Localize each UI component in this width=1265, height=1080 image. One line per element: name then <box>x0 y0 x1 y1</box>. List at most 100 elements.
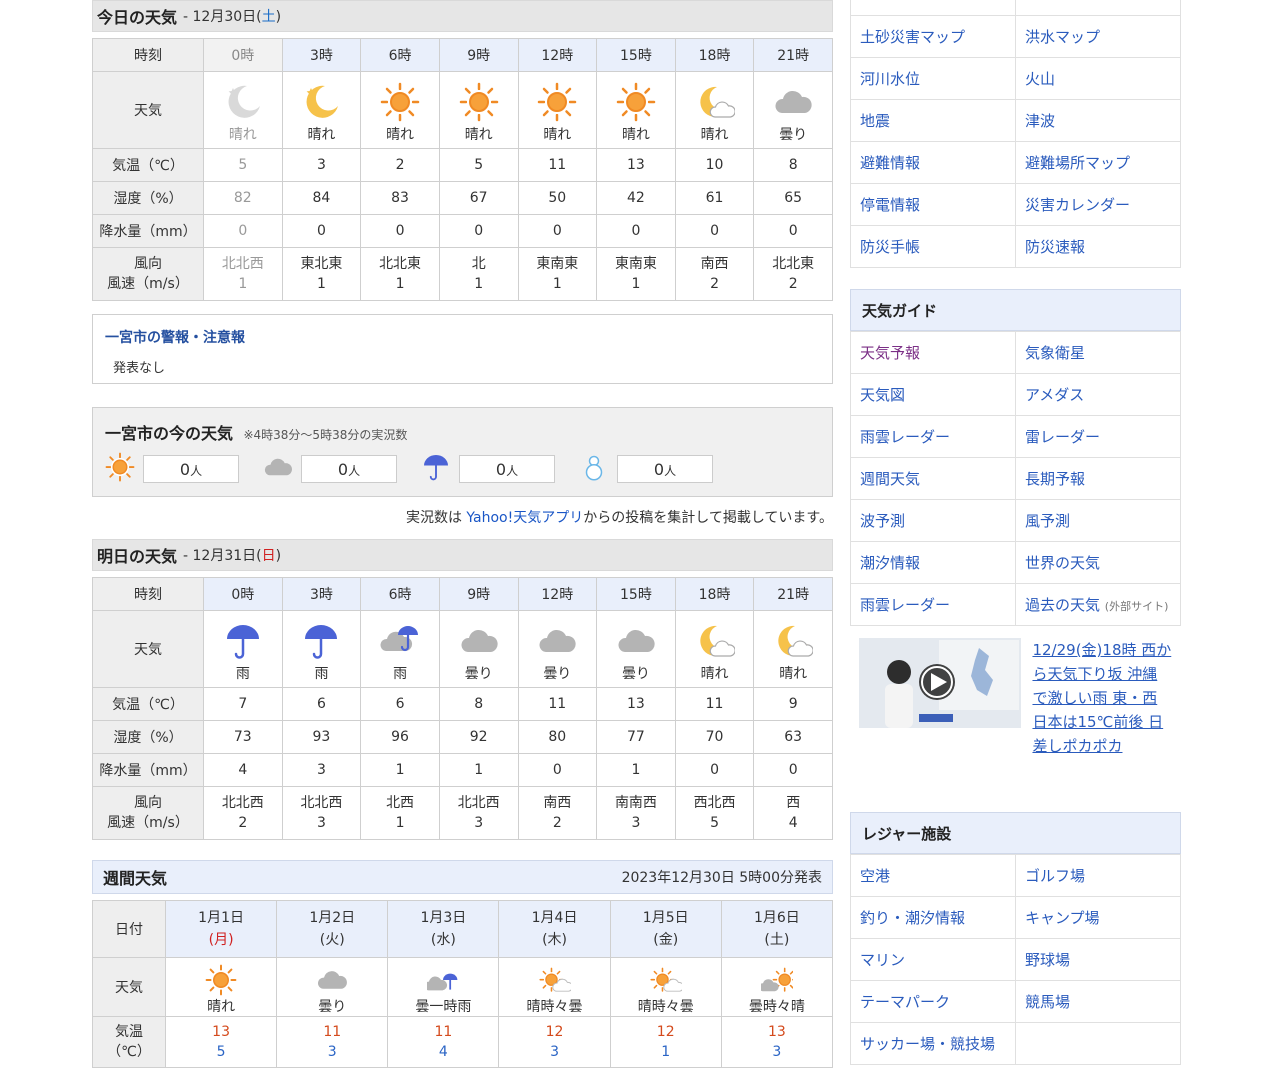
temp-cell: 6 <box>360 687 440 721</box>
sidebar-link[interactable]: 避難場所マップ <box>1015 141 1181 184</box>
precip-cell: 4 <box>203 753 283 787</box>
weather-label: 雨 <box>235 666 250 682</box>
weather-label: 晴れ <box>621 127 650 143</box>
weather-label: 晴れ <box>386 127 415 143</box>
sidebar-link[interactable]: アメダス <box>1015 373 1181 416</box>
humidity-cell: 42 <box>596 181 676 215</box>
day-header: 1月6日 (土) <box>720 900 834 958</box>
weather-label: 晴れ <box>207 999 236 1015</box>
precip-cell: 0 <box>674 753 755 787</box>
row-label-humidity: 湿度（%） <box>92 720 204 754</box>
video-thumbnail[interactable] <box>859 638 1022 728</box>
current-count-item: 0人 <box>105 452 239 486</box>
weekly-published: 2023年12月30日 5時00分発表 <box>621 870 822 886</box>
humidity-row: 湿度（%） 82 84 83 67 50 42 61 65 <box>92 181 833 215</box>
sun-icon <box>361 82 439 122</box>
precip-cell: 0 <box>674 214 755 248</box>
row-label-precip: 降水量（mm） <box>92 753 204 787</box>
day-header: 1月5日 (金) <box>609 900 722 958</box>
link-cell[interactable] <box>850 0 1016 16</box>
video-title[interactable]: 12/29(金)18時 西から天気下り坂 沖縄で激しい雨 東・西日本は15℃前後… <box>1032 638 1172 774</box>
tomorrow-forecast-table: 時刻 0時 3時 6時 9時 12時 15時 18時 21時 天気 雨 雨 雨 曇り 曇り 曇り 晴れ 晴れ… <box>92 577 833 840</box>
wind-cell: 南西 2 <box>674 247 755 301</box>
link-cell[interactable] <box>1015 0 1181 16</box>
sidebar-link[interactable]: 世界の天気 <box>1015 541 1181 584</box>
sidebar-link[interactable]: 洪水マップ <box>1015 15 1181 58</box>
sidebar-link[interactable]: 週間天気 <box>850 457 1016 500</box>
hour-header: 18時 <box>674 577 755 611</box>
sidebar-link[interactable]: 津波 <box>1015 99 1181 142</box>
sidebar-link[interactable]: 避難情報 <box>850 141 1016 184</box>
temp-cell: 11 <box>517 687 598 721</box>
weather-label: 曇り <box>779 127 808 143</box>
precip-cell: 3 <box>281 753 362 787</box>
sidebar-link[interactable]: 風予測 <box>1015 499 1181 542</box>
current-weather-counts: 0人 0人 0人 0人 <box>105 452 820 486</box>
precip-cell: 0 <box>438 214 519 248</box>
row-label-date: 日付 <box>92 900 166 958</box>
precip-cell: 1 <box>438 753 519 787</box>
weather-cell: 曇り <box>596 610 676 688</box>
warning-title[interactable]: 一宮市の警報・注意報 <box>105 327 820 347</box>
sidebar-link[interactable]: 天気図 <box>850 373 1016 416</box>
sidebar-link[interactable]: 気象衛星 <box>1015 331 1181 374</box>
sidebar-link[interactable]: 停電情報 <box>850 183 1016 226</box>
weekly-table: 日付 1月1日 (月) 1月2日 (火) 1月3日 (水) 1月4日 (木) 1月5日 (金) 1月… <box>92 900 834 1068</box>
hour-header: 0時 <box>203 577 283 611</box>
current-weather-footer: 実況数は Yahoo!天気アプリからの投稿を集計して掲載しています。 <box>405 510 833 526</box>
sun-cloud-icon <box>611 964 721 996</box>
sidebar-link[interactable]: 長期予報 <box>1015 457 1181 500</box>
sidebar-link[interactable]: キャンプ場 <box>1015 896 1181 939</box>
weather-row: 天気 晴れ 晴れ 晴れ 晴れ 晴れ 晴れ 晴れ 曇り <box>92 71 833 149</box>
external-site-note: (外部サイト) <box>1104 600 1169 613</box>
temp-row: 気温 （℃） 13 5 11 3 11 4 12 3 12 1 13 3 <box>92 1016 834 1068</box>
sidebar-link[interactable]: ゴルフ場 <box>1015 854 1181 897</box>
current-count: 0人 <box>301 455 397 483</box>
sidebar-link[interactable]: 天気予報 <box>850 331 1016 374</box>
weather-cell: 晴れ <box>674 610 755 688</box>
sidebar-link[interactable]: 波予測 <box>850 499 1016 542</box>
temp-high: 11 <box>434 1024 453 1040</box>
sidebar-link[interactable]: 空港 <box>850 854 1016 897</box>
sidebar-link[interactable]: 雨雲レーダー <box>850 415 1016 458</box>
today-forecast-table: 時刻 0時 3時 6時 9時 12時 15時 18時 21時 天気 晴れ 晴れ 晴れ 晴れ 晴れ 晴れ 晴… <box>92 38 833 301</box>
temp-cell: 13 <box>596 148 676 182</box>
temp-cell: 3 <box>281 148 362 182</box>
sidebar-link[interactable]: 災害カレンダー <box>1015 183 1181 226</box>
sidebar-link[interactable]: サッカー場・競技場 <box>850 1022 1016 1065</box>
wind-cell: 東南東 1 <box>517 247 598 301</box>
sidebar-link[interactable]: マリン <box>850 938 1016 981</box>
precip-row: 降水量（mm） 00000000 <box>92 214 833 248</box>
cloud-icon <box>597 621 675 661</box>
sidebar-link[interactable]: 競馬場 <box>1015 980 1181 1023</box>
sidebar-link[interactable]: 防災手帳 <box>850 225 1016 268</box>
yahoo-app-link[interactable]: Yahoo!天気アプリ <box>466 510 583 526</box>
cloud-icon <box>519 621 597 661</box>
snowman-icon <box>579 452 609 486</box>
current-count: 0人 <box>143 455 239 483</box>
humidity-cell: 65 <box>753 181 833 215</box>
sidebar-link[interactable]: 過去の天気 (外部サイト) <box>1015 583 1181 626</box>
video-item[interactable]: 12/29(金)18時 西から天気下り坂 沖縄で激しい雨 東・西日本は15℃前後… <box>850 626 1181 786</box>
temp-cell: 8 <box>753 148 833 182</box>
sidebar-link[interactable]: 潮汐情報 <box>850 541 1016 584</box>
weather-cell: 曇り <box>753 71 833 149</box>
sidebar-link[interactable]: 雨雲レーダー <box>850 583 1016 626</box>
sidebar-link[interactable]: 土砂災害マップ <box>850 15 1016 58</box>
sidebar-link[interactable]: 釣り・潮汐情報 <box>850 896 1016 939</box>
sidebar-link[interactable]: テーマパーク <box>850 980 1016 1023</box>
temp-cell: 5 <box>438 148 519 182</box>
day-header: 1月1日 (月) <box>164 900 278 958</box>
cloud-sun-icon <box>722 964 832 996</box>
sidebar-link[interactable]: 河川水位 <box>850 57 1016 100</box>
sidebar-empty-cell <box>1015 1022 1181 1065</box>
weather-label: 曇一時雨 <box>415 999 472 1015</box>
sidebar-link[interactable]: 雷レーダー <box>1015 415 1181 458</box>
weekly-temp-cell: 12 1 <box>609 1016 722 1068</box>
sidebar-link[interactable]: 防災速報 <box>1015 225 1181 268</box>
temp-high: 13 <box>212 1024 230 1040</box>
sidebar-link[interactable]: 野球場 <box>1015 938 1181 981</box>
sidebar-link[interactable]: 地震 <box>850 99 1016 142</box>
wind-cell: 北北西 3 <box>281 786 362 840</box>
sidebar-link[interactable]: 火山 <box>1015 57 1181 100</box>
